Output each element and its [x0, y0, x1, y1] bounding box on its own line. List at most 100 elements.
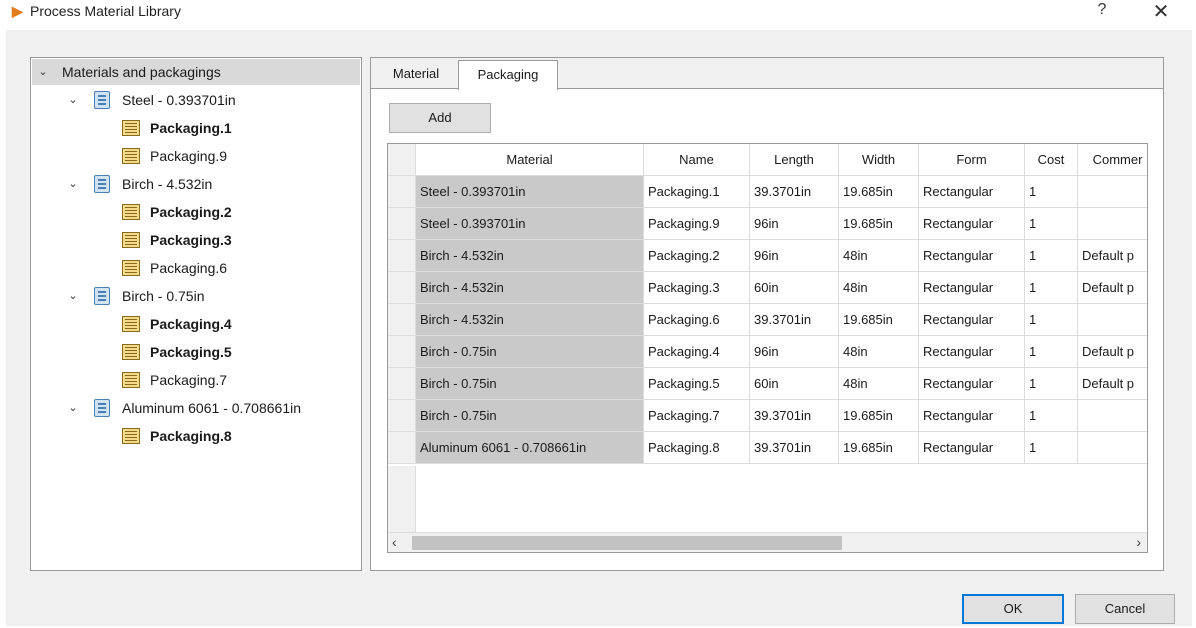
table-cell[interactable]: Packaging.7 [644, 400, 750, 432]
chevron-down-icon[interactable]: ⌄ [66, 283, 80, 309]
materials-tree[interactable]: ⌄ Materials and packagings ⌄ Steel - 0.39… [30, 57, 362, 571]
table-row[interactable]: Birch - 4.532in Packaging.6 39.3701in 19.68… [388, 304, 1147, 336]
table-row[interactable]: Birch - 0.75in Packaging.4 96in 48in Rectang… [388, 336, 1147, 368]
tree-packaging-node[interactable]: Packaging.3 [32, 227, 360, 253]
table-cell[interactable]: Rectangular [919, 368, 1025, 400]
table-cell[interactable]: Steel - 0.393701in [416, 208, 644, 240]
table-row[interactable]: Birch - 4.532in Packaging.3 60in 48in Rectan… [388, 272, 1147, 304]
chevron-down-icon[interactable]: ⌄ [36, 59, 50, 85]
table-cell[interactable]: 48in [839, 336, 919, 368]
table-cell[interactable]: 1 [1025, 240, 1078, 272]
grid-corner[interactable] [388, 144, 416, 176]
table-row[interactable]: Birch - 4.532in Packaging.2 96in 48in Rectan… [388, 240, 1147, 272]
packaging-grid[interactable]: Material Name Length Width Form Cost Commer St… [387, 143, 1148, 553]
table-cell[interactable]: Rectangular [919, 240, 1025, 272]
help-button[interactable]: ? [1092, 1, 1112, 19]
table-cell[interactable]: 19.685in [839, 304, 919, 336]
table-cell[interactable]: Rectangular [919, 432, 1025, 464]
table-cell[interactable]: 19.685in [839, 432, 919, 464]
table-row[interactable]: Steel - 0.393701in Packaging.1 39.3701in 19… [388, 176, 1147, 208]
table-cell[interactable]: Birch - 0.75in [416, 400, 644, 432]
table-cell[interactable]: Default p [1078, 336, 1147, 368]
row-header[interactable] [388, 240, 416, 272]
table-cell[interactable]: 39.3701in [750, 432, 839, 464]
table-cell[interactable]: Default p [1078, 272, 1147, 304]
tree-packaging-node[interactable]: Packaging.9 [32, 143, 360, 169]
row-header[interactable] [388, 400, 416, 432]
table-cell[interactable]: 1 [1025, 208, 1078, 240]
table-cell[interactable]: 1 [1025, 272, 1078, 304]
table-cell[interactable]: Packaging.9 [644, 208, 750, 240]
table-cell[interactable]: 1 [1025, 400, 1078, 432]
table-cell[interactable]: Packaging.3 [644, 272, 750, 304]
row-header[interactable] [388, 336, 416, 368]
table-cell[interactable]: 48in [839, 240, 919, 272]
row-header[interactable] [388, 368, 416, 400]
row-header[interactable] [388, 432, 416, 464]
cancel-button[interactable]: Cancel [1075, 594, 1175, 624]
table-cell[interactable]: Birch - 4.532in [416, 304, 644, 336]
table-cell[interactable]: 1 [1025, 432, 1078, 464]
scroll-right-icon[interactable]: › [1127, 534, 1141, 550]
table-cell[interactable]: Packaging.4 [644, 336, 750, 368]
tree-material-node[interactable]: ⌄ Steel - 0.393701in [32, 87, 360, 113]
table-cell[interactable]: 1 [1025, 336, 1078, 368]
table-cell[interactable]: Rectangular [919, 304, 1025, 336]
chevron-down-icon[interactable]: ⌄ [66, 171, 80, 197]
table-cell[interactable]: Rectangular [919, 208, 1025, 240]
table-cell[interactable]: 19.685in [839, 400, 919, 432]
tree-packaging-node[interactable]: Packaging.6 [32, 255, 360, 281]
table-cell[interactable] [1078, 432, 1147, 464]
table-cell[interactable]: 48in [839, 272, 919, 304]
table-cell[interactable] [1078, 176, 1147, 208]
table-cell[interactable]: Rectangular [919, 272, 1025, 304]
scroll-thumb[interactable] [412, 536, 842, 550]
table-cell[interactable]: 39.3701in [750, 304, 839, 336]
chevron-down-icon[interactable]: ⌄ [66, 395, 80, 421]
table-cell[interactable]: Steel - 0.393701in [416, 176, 644, 208]
tree-root[interactable]: ⌄ Materials and packagings [32, 59, 360, 85]
table-cell[interactable]: Packaging.6 [644, 304, 750, 336]
tree-packaging-node[interactable]: Packaging.5 [32, 339, 360, 365]
table-cell[interactable]: 19.685in [839, 208, 919, 240]
table-cell[interactable]: 60in [750, 272, 839, 304]
table-cell[interactable]: 96in [750, 336, 839, 368]
scroll-left-icon[interactable]: ‹ [392, 534, 406, 550]
table-cell[interactable]: Rectangular [919, 400, 1025, 432]
table-cell[interactable]: Birch - 0.75in [416, 336, 644, 368]
table-cell[interactable] [1078, 208, 1147, 240]
tree-packaging-node[interactable]: Packaging.7 [32, 367, 360, 393]
table-cell[interactable]: 39.3701in [750, 400, 839, 432]
table-cell[interactable]: Packaging.2 [644, 240, 750, 272]
table-cell[interactable]: 39.3701in [750, 176, 839, 208]
table-cell[interactable]: 48in [839, 368, 919, 400]
table-cell[interactable]: 1 [1025, 304, 1078, 336]
tree-packaging-node[interactable]: Packaging.8 [32, 423, 360, 449]
table-cell[interactable]: Rectangular [919, 176, 1025, 208]
table-cell[interactable]: 1 [1025, 368, 1078, 400]
table-cell[interactable]: Aluminum 6061 - 0.708661in [416, 432, 644, 464]
table-cell[interactable]: Rectangular [919, 336, 1025, 368]
row-header[interactable] [388, 208, 416, 240]
row-header[interactable] [388, 272, 416, 304]
add-button[interactable]: Add [389, 103, 491, 133]
tree-material-node[interactable]: ⌄ Birch - 4.532in [32, 171, 360, 197]
table-cell[interactable]: 96in [750, 240, 839, 272]
table-cell[interactable]: 1 [1025, 176, 1078, 208]
horizontal-scrollbar[interactable]: ‹ › [388, 532, 1147, 552]
row-header[interactable] [388, 304, 416, 336]
tab-material[interactable]: Material [375, 60, 457, 88]
table-cell[interactable] [1078, 304, 1147, 336]
tree-material-node[interactable]: ⌄ Birch - 0.75in [32, 283, 360, 309]
table-cell[interactable]: Birch - 4.532in [416, 240, 644, 272]
ok-button[interactable]: OK [962, 594, 1064, 624]
chevron-down-icon[interactable]: ⌄ [66, 87, 80, 113]
table-cell[interactable]: 96in [750, 208, 839, 240]
table-cell[interactable]: Birch - 4.532in [416, 272, 644, 304]
tab-packaging[interactable]: Packaging [458, 60, 558, 90]
tree-material-node[interactable]: ⌄ Aluminum 6061 - 0.708661in [32, 395, 360, 421]
table-cell[interactable]: 19.685in [839, 176, 919, 208]
column-header[interactable]: Material [416, 144, 644, 176]
tree-packaging-node[interactable]: Packaging.1 [32, 115, 360, 141]
row-header[interactable] [388, 176, 416, 208]
